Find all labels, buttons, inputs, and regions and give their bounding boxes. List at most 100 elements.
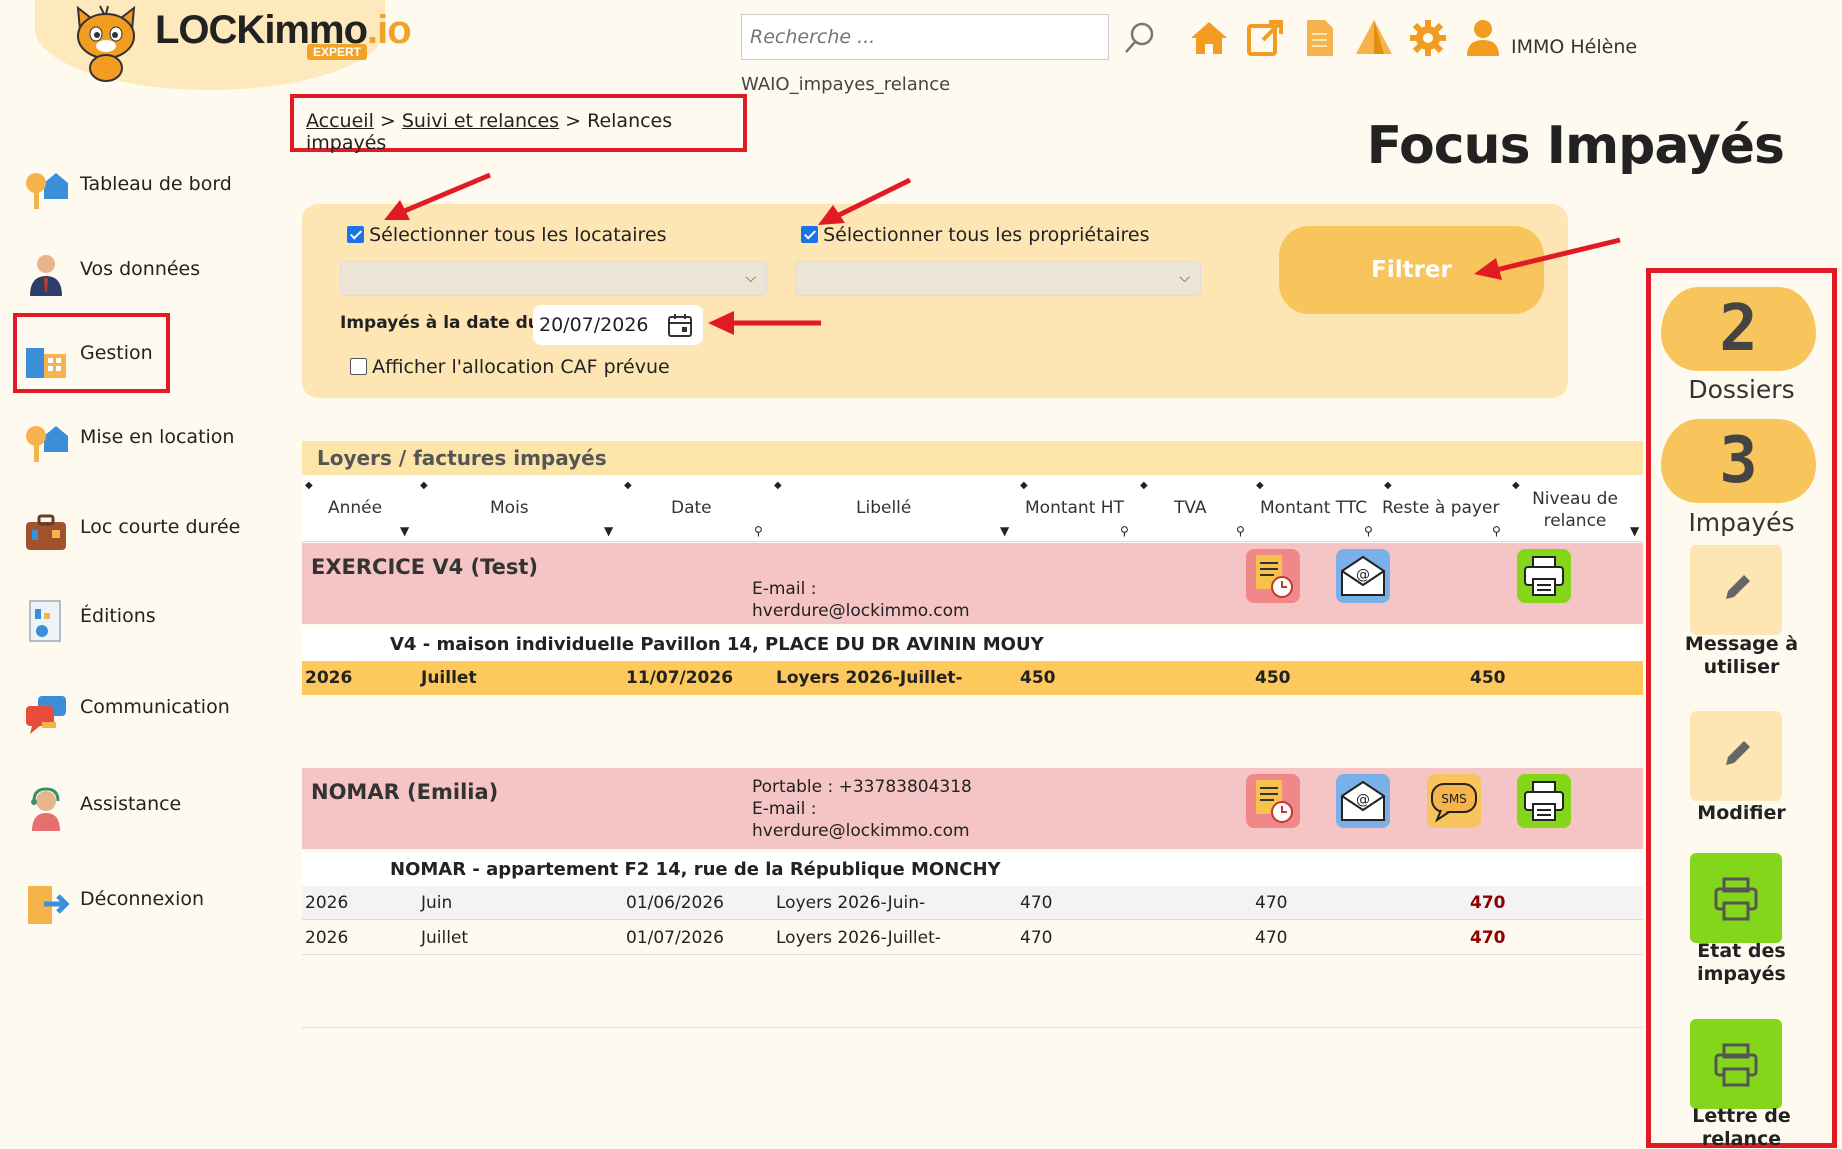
search-input[interactable] [741, 14, 1109, 60]
document-icon[interactable] [1299, 18, 1339, 58]
column-header-date[interactable]: Date [671, 498, 712, 518]
calendar-icon[interactable] [667, 312, 693, 338]
chevron-down-icon: ⌵ [1179, 270, 1190, 286]
column-header-reste[interactable]: Reste à payer [1382, 498, 1499, 518]
column-header-montant-ht[interactable]: Montant HT [1025, 498, 1124, 518]
email-icon[interactable]: @ [1336, 549, 1390, 603]
tenant-contact: E-mail : hverdure@lockimmo.com [752, 579, 970, 622]
filter-icon[interactable]: ▼ [1000, 524, 1009, 538]
modifier-button[interactable] [1690, 711, 1782, 801]
search-icon[interactable]: ⚲ [1120, 524, 1129, 538]
sidebar-item-deconnexion[interactable]: Déconnexion [22, 880, 204, 940]
sort-icon[interactable]: ◆ [624, 480, 632, 491]
breadcrumb-home-link[interactable]: Accueil [306, 110, 374, 132]
column-header-montant-ttc[interactable]: Montant TTC [1260, 498, 1367, 518]
pencil-icon [1726, 575, 1750, 599]
svg-text:@: @ [1356, 567, 1370, 583]
email-icon[interactable]: @ [1336, 774, 1390, 828]
tenant-email[interactable]: hverdure@lockimmo.com [752, 820, 972, 842]
chevron-down-icon: ⌵ [745, 270, 756, 286]
etat-impayes-button[interactable] [1690, 853, 1782, 943]
keys-house-icon [26, 173, 68, 209]
tent-icon[interactable] [1354, 18, 1394, 58]
table-row[interactable]: 2026 Juillet 01/07/2026 Loyers 2026-Juil… [302, 921, 1643, 955]
modifier-label: Modifier [1697, 802, 1786, 824]
search-icon[interactable]: ⚲ [754, 524, 763, 538]
column-header-niveau[interactable]: Niveau de relance [1520, 488, 1630, 532]
sidebar-item-mise-en-location[interactable]: Mise en location [22, 418, 234, 478]
user-icon[interactable] [1463, 18, 1503, 58]
person-icon [30, 255, 62, 296]
section-header: Loyers / factures impayés [302, 441, 1643, 475]
property-address: NOMAR - appartement F2 14, rue de la Rép… [302, 852, 1643, 886]
svg-text:SMS: SMS [1441, 792, 1467, 806]
caf-checkbox[interactable] [350, 358, 367, 375]
external-link-icon[interactable] [1245, 18, 1285, 58]
tenant-name[interactable]: EXERCICE V4 (Test) [311, 555, 538, 579]
tenant-group-row: EXERCICE V4 (Test) E-mail : hverdure@loc… [302, 543, 1643, 624]
table-row[interactable]: 2026 Juin 01/06/2026 Loyers 2026-Juin- 4… [302, 886, 1643, 920]
sidebar-item-communication[interactable]: Communication [22, 688, 230, 748]
chat-icon [26, 696, 66, 734]
gear-icon[interactable] [1408, 18, 1448, 58]
date-label: Impayés à la date du : [340, 313, 553, 333]
report-icon [29, 600, 61, 642]
filter-icon[interactable]: ▼ [1630, 524, 1639, 538]
column-header-mois[interactable]: Mois [490, 498, 529, 518]
sort-icon[interactable]: ◆ [1256, 480, 1264, 491]
sort-icon[interactable]: ◆ [774, 480, 782, 491]
print-icon [1714, 877, 1758, 921]
lettre-relance-button[interactable] [1690, 1019, 1782, 1109]
select-all-tenants[interactable]: Sélectionner tous les locataires [347, 224, 667, 246]
search-icon[interactable]: ⚲ [1492, 524, 1501, 538]
search-icon[interactable] [1122, 20, 1156, 56]
sidebar-item-loc-courte-duree[interactable]: Loc courte durée [22, 508, 240, 568]
tenant-phone: Portable : +33783804318 [752, 777, 972, 797]
sidebar-item-gestion[interactable]: Gestion [22, 334, 153, 394]
table-header: ◆ Année ▼ ◆ Mois ▼ ◆ Date ⚲ ◆ Libellé ▼ … [302, 476, 1643, 542]
tenants-checkbox[interactable] [347, 226, 364, 243]
table-bottom-divider [302, 1027, 1643, 1028]
message-button[interactable] [1690, 545, 1782, 635]
breadcrumb: Accueil > Suivi et relances > Relances i… [290, 94, 747, 154]
sort-icon[interactable]: ◆ [420, 480, 428, 491]
column-header-tva[interactable]: TVA [1174, 498, 1207, 518]
cat-mascot-icon [76, 5, 136, 82]
username[interactable]: IMMO Hélène [1511, 36, 1637, 58]
date-field[interactable]: 20/07/2026 [533, 305, 703, 345]
filter-icon[interactable]: ▼ [604, 524, 613, 538]
pencil-icon [1726, 741, 1750, 765]
print-icon[interactable] [1517, 549, 1571, 603]
tenant-email[interactable]: hverdure@lockimmo.com [752, 600, 970, 622]
home-icon[interactable] [1189, 18, 1229, 58]
reminder-note-icon[interactable] [1246, 549, 1300, 603]
sort-icon[interactable]: ◆ [1384, 480, 1392, 491]
annotation-arrow [708, 311, 821, 335]
filter-icon[interactable]: ▼ [400, 524, 409, 538]
owners-select[interactable]: ⌵ [795, 261, 1201, 296]
sort-icon[interactable]: ◆ [1020, 480, 1028, 491]
sidebar-item-vos-donnees[interactable]: Vos données [22, 250, 200, 310]
column-header-annee[interactable]: Année [328, 498, 382, 518]
show-caf-option[interactable]: Afficher l'allocation CAF prévue [350, 356, 670, 378]
sms-icon[interactable]: SMS [1427, 774, 1481, 828]
sidebar-item-tableau-de-bord[interactable]: Tableau de bord [22, 165, 232, 225]
print-icon[interactable] [1517, 774, 1571, 828]
sidebar-item-assistance[interactable]: Assistance [22, 785, 181, 845]
breadcrumb-suivi-link[interactable]: Suivi et relances [402, 110, 559, 132]
column-header-libelle[interactable]: Libellé [856, 498, 911, 518]
property-address: V4 - maison individuelle Pavillon 14, PL… [302, 627, 1643, 661]
tenants-select[interactable]: ⌵ [340, 261, 767, 296]
sidebar-item-editions[interactable]: Éditions [22, 597, 156, 657]
reminder-note-icon[interactable] [1246, 774, 1300, 828]
sort-icon[interactable]: ◆ [1512, 480, 1520, 491]
search-icon[interactable]: ⚲ [1236, 524, 1245, 538]
sort-icon[interactable]: ◆ [305, 480, 313, 491]
tenant-name[interactable]: NOMAR (Emilia) [311, 780, 498, 804]
table-row[interactable]: 2026 Juillet 11/07/2026 Loyers 2026-Juil… [302, 661, 1643, 695]
search-icon[interactable]: ⚲ [1364, 524, 1373, 538]
logo-text: LOCKimmo.io [155, 8, 412, 52]
message-label: Message à utiliser [1684, 633, 1799, 678]
sort-icon[interactable]: ◆ [1140, 480, 1148, 491]
page-title: Focus Impayés [1366, 116, 1785, 176]
